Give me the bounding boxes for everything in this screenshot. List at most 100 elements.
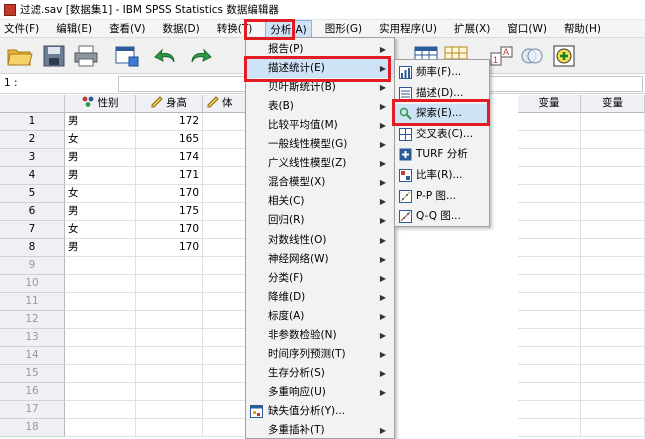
row-number[interactable]: 13 [0,329,65,347]
row-number[interactable]: 4 [0,167,65,185]
grid-cell[interactable] [203,401,247,419]
grid-cell[interactable] [65,257,136,275]
analyze-menu-item-dimension-reduction[interactable]: 降维(D) ▶ [246,288,394,307]
grid-cell[interactable] [581,185,645,203]
grid-cell[interactable] [65,275,136,293]
grid-cell[interactable] [518,383,581,401]
cell-height[interactable]: 171 [136,167,203,185]
submenu-item-p-p-plots[interactable]: P-P 图... [395,187,489,206]
grid-cell[interactable] [136,275,203,293]
analyze-menu-item-correlate[interactable]: 相关(C) ▶ [246,192,394,211]
menu-file[interactable]: 文件(F) [0,20,43,38]
analyze-menu-item-compare-means[interactable]: 比较平均值(M) ▶ [246,116,394,135]
grid-cell[interactable] [203,383,247,401]
submenu-item-frequencies[interactable]: 频率(F)... [395,63,489,82]
grid-cell[interactable] [518,221,581,239]
column-header-var[interactable]: 变量 [581,95,645,113]
grid-cell[interactable] [581,311,645,329]
grid-cell[interactable] [581,149,645,167]
grid-cell[interactable] [518,347,581,365]
column-header-gender[interactable]: 性别 [65,95,136,113]
submenu-item-q-q-plots[interactable]: Q-Q 图... [395,207,489,226]
grid-cell[interactable] [518,419,581,437]
grid-cell[interactable] [65,293,136,311]
grid-cell[interactable] [203,113,247,131]
analyze-menu-item-multiple-response[interactable]: 多重响应(U) ▶ [246,383,394,402]
row-number[interactable]: 15 [0,365,65,383]
analyze-menu-item-classify[interactable]: 分类(F) ▶ [246,269,394,288]
grid-cell[interactable] [203,257,247,275]
row-number[interactable]: 8 [0,239,65,257]
row-number[interactable]: 1 [0,113,65,131]
grid-cell[interactable] [581,131,645,149]
submenu-item-descriptives[interactable]: 描述(D)... [395,84,489,103]
grid-cell[interactable] [203,419,247,437]
row-number[interactable]: 7 [0,221,65,239]
redo-icon[interactable] [186,43,214,69]
grid-cell[interactable] [581,401,645,419]
cell-gender[interactable]: 男 [65,149,136,167]
menu-extensions[interactable]: 扩展(X) [450,20,494,38]
grid-cell[interactable] [581,257,645,275]
grid-cell[interactable] [518,203,581,221]
grid-cell[interactable] [65,329,136,347]
analyze-menu-item-mixed-models[interactable]: 混合模型(X) ▶ [246,173,394,192]
menu-window[interactable]: 窗口(W) [503,20,551,38]
grid-cell[interactable] [65,365,136,383]
grid-cell[interactable] [203,347,247,365]
cell-gender[interactable]: 男 [65,203,136,221]
grid-cell[interactable] [65,383,136,401]
cell-height[interactable]: 170 [136,239,203,257]
grid-cell[interactable] [203,239,247,257]
grid-cell[interactable] [65,347,136,365]
row-number[interactable]: 16 [0,383,65,401]
cell-gender[interactable]: 男 [65,239,136,257]
grid-cell[interactable] [581,365,645,383]
grid-cell[interactable] [136,311,203,329]
row-number[interactable]: 12 [0,311,65,329]
grid-cell[interactable] [581,203,645,221]
menu-graphs[interactable]: 图形(G) [321,20,366,38]
submenu-item-ratio[interactable]: 比率(R)... [395,166,489,185]
cell-height[interactable]: 175 [136,203,203,221]
grid-cell[interactable] [203,293,247,311]
grid-cell[interactable] [136,401,203,419]
analyze-menu-item-general-linear-model[interactable]: 一般线性模型(G) ▶ [246,135,394,154]
grid-cell[interactable] [518,293,581,311]
grid-cell[interactable] [136,347,203,365]
grid-cell[interactable] [581,347,645,365]
save-icon[interactable] [40,43,68,69]
value-labels-icon[interactable]: 1A [488,43,516,69]
grid-cell[interactable] [203,167,247,185]
grid-cell[interactable] [136,293,203,311]
grid-cell[interactable] [518,257,581,275]
grid-cell[interactable] [203,221,247,239]
row-number[interactable]: 3 [0,149,65,167]
submenu-item-turf-analysis[interactable]: TURF 分析 [395,145,489,164]
column-header-weight[interactable]: 体 [203,95,247,113]
submenu-item-crosstabs[interactable]: 交叉表(C)... [395,125,489,144]
analyze-menu-item-bayesian-statistics[interactable]: 贝叶斯统计(B) ▶ [246,78,394,97]
print-icon[interactable] [72,43,100,69]
grid-cell[interactable] [203,365,247,383]
analyze-menu-item-descriptive-statistics[interactable]: 描述统计(E) ▶ [246,59,394,79]
grid-cell[interactable] [203,203,247,221]
grid-cell[interactable] [65,419,136,437]
grid-cell[interactable] [203,149,247,167]
grid-cell[interactable] [65,311,136,329]
grid-cell[interactable] [518,113,581,131]
cell-height[interactable]: 165 [136,131,203,149]
analyze-menu-item-reports[interactable]: 报告(P) ▶ [246,40,394,59]
cell-height[interactable]: 172 [136,113,203,131]
grid-cell[interactable] [65,401,136,419]
grid-cell[interactable] [203,275,247,293]
row-number[interactable]: 6 [0,203,65,221]
submenu-item-explore[interactable]: 探索(E)... [395,104,489,124]
row-number[interactable]: 17 [0,401,65,419]
grid-cell[interactable] [518,311,581,329]
analyze-menu-item-multiple-imputation[interactable]: 多重插补(T) ▶ [246,421,394,439]
cell-gender[interactable]: 男 [65,113,136,131]
analyze-menu-item-forecasting[interactable]: 时间序列预测(T) ▶ [246,345,394,364]
grid-cell[interactable] [518,401,581,419]
grid-cell[interactable] [581,167,645,185]
